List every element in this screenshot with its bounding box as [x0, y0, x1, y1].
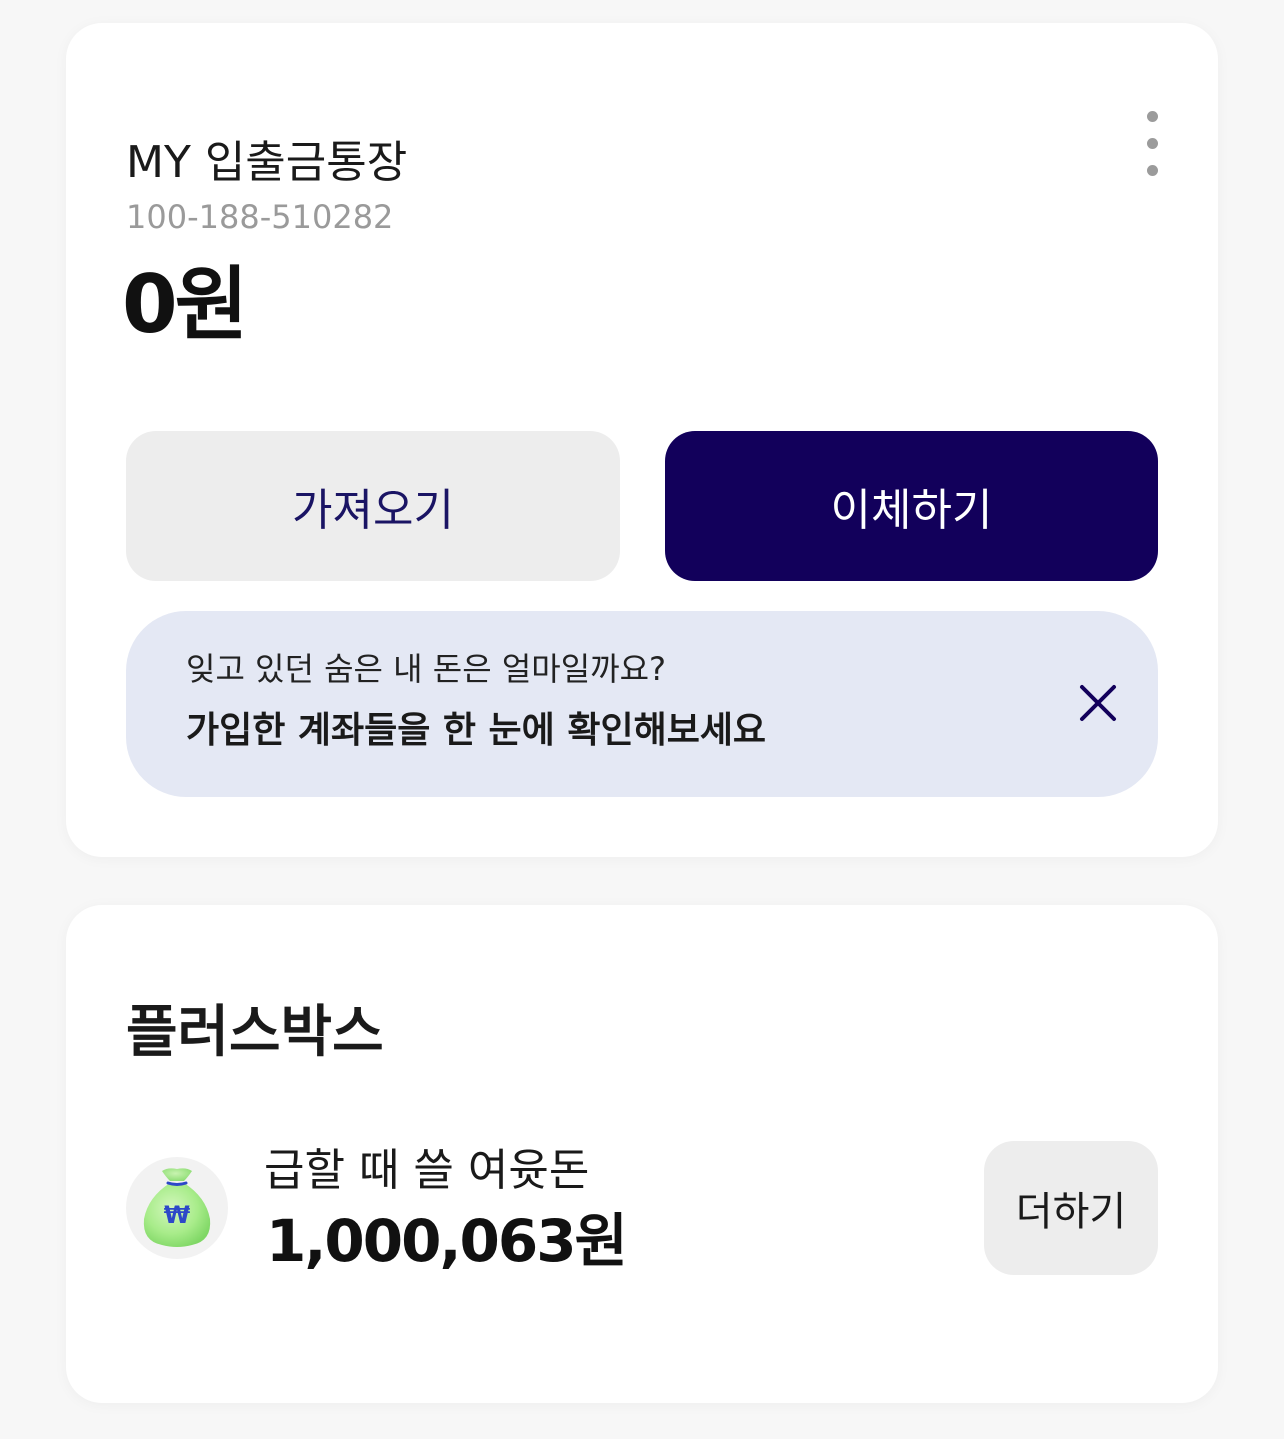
account-number: 100-188-510282 [126, 198, 394, 236]
more-vertical-icon [1146, 110, 1158, 122]
banner-close-button[interactable] [1070, 675, 1126, 731]
hidden-money-banner[interactable]: 잊고 있던 숨은 내 돈은 얼마일까요? 가입한 계좌들을 한 눈에 확인해보세… [126, 611, 1158, 797]
won-symbol: ₩ [164, 1201, 191, 1229]
more-vertical-icon-dot [1146, 164, 1158, 176]
more-options-button[interactable] [1132, 107, 1172, 179]
more-vertical-icon-dot [1146, 137, 1158, 149]
plus-item-name: 급할 때 쓸 여윳돈 [264, 1145, 590, 1196]
account-card[interactable]: MY 입출금통장 100-188-510282 0원 가져오기 이체하기 잊고 … [66, 23, 1218, 857]
plus-box-card: 플러스박스 ₩ 급할 때 쓸 여윳돈 1,000,063원 더하기 [66, 905, 1218, 1403]
account-name: MY 입출금통장 [126, 137, 408, 188]
bring-money-button[interactable]: 가져오기 [126, 431, 620, 581]
account-balance: 0원 [122, 258, 248, 351]
plus-box-title: 플러스박스 [126, 1000, 384, 1065]
plus-item-amount: 1,000,063원 [266, 1207, 628, 1275]
banner-subtitle: 잊고 있던 숨은 내 돈은 얼마일까요? [186, 650, 667, 688]
add-money-button[interactable]: 더하기 [984, 1141, 1158, 1275]
plus-box-item[interactable]: ₩ 급할 때 쓸 여윳돈 1,000,063원 더하기 [126, 1139, 1158, 1279]
close-icon [1080, 685, 1116, 721]
transfer-button[interactable]: 이체하기 [665, 431, 1158, 581]
money-bag-icon: ₩ [126, 1157, 228, 1259]
banner-title: 가입한 계좌들을 한 눈에 확인해보세요 [186, 710, 767, 751]
